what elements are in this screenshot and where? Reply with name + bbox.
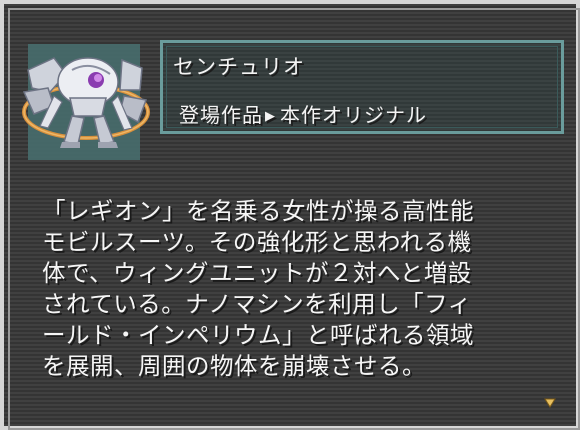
description-line: 「レギオン」を名乗る女性が操る高性能 bbox=[42, 197, 474, 225]
source-label: 登場作品 bbox=[179, 103, 263, 127]
mobile-suit-sprite bbox=[22, 57, 150, 148]
description-line: されている。ナノマシンを利用し「フィ bbox=[42, 290, 472, 318]
unit-description: 「レギオン」を名乗る女性が操る高性能 モビルスーツ。その強化形と思われる機 体で… bbox=[42, 196, 542, 382]
description-line: を展開、周囲の物体を崩壊させる。 bbox=[42, 352, 426, 380]
description-line: ールド・インペリウム」と呼ばれる領域 bbox=[42, 321, 474, 349]
encyclopedia-window: センチュリオ 登場作品 ▶ 本作オリジナル 「レギオン」を名乗る女性が操る高性能 モ… bbox=[0, 0, 580, 430]
source-value: 本作オリジナル bbox=[280, 103, 427, 127]
advance-arrow-icon[interactable] bbox=[544, 397, 556, 409]
unit-info-panel: センチュリオ 登場作品 ▶ 本作オリジナル bbox=[160, 40, 564, 134]
unit-portrait bbox=[22, 44, 150, 160]
description-line: モビルスーツ。その強化形と思われる機 bbox=[42, 228, 472, 256]
unit-name: センチュリオ bbox=[173, 55, 305, 79]
right-triangle-icon: ▶ bbox=[265, 109, 276, 124]
source-row: 登場作品 ▶ 本作オリジナル bbox=[179, 99, 427, 128]
description-line: 体で、ウィングユニットが２対へと増設 bbox=[42, 259, 472, 287]
